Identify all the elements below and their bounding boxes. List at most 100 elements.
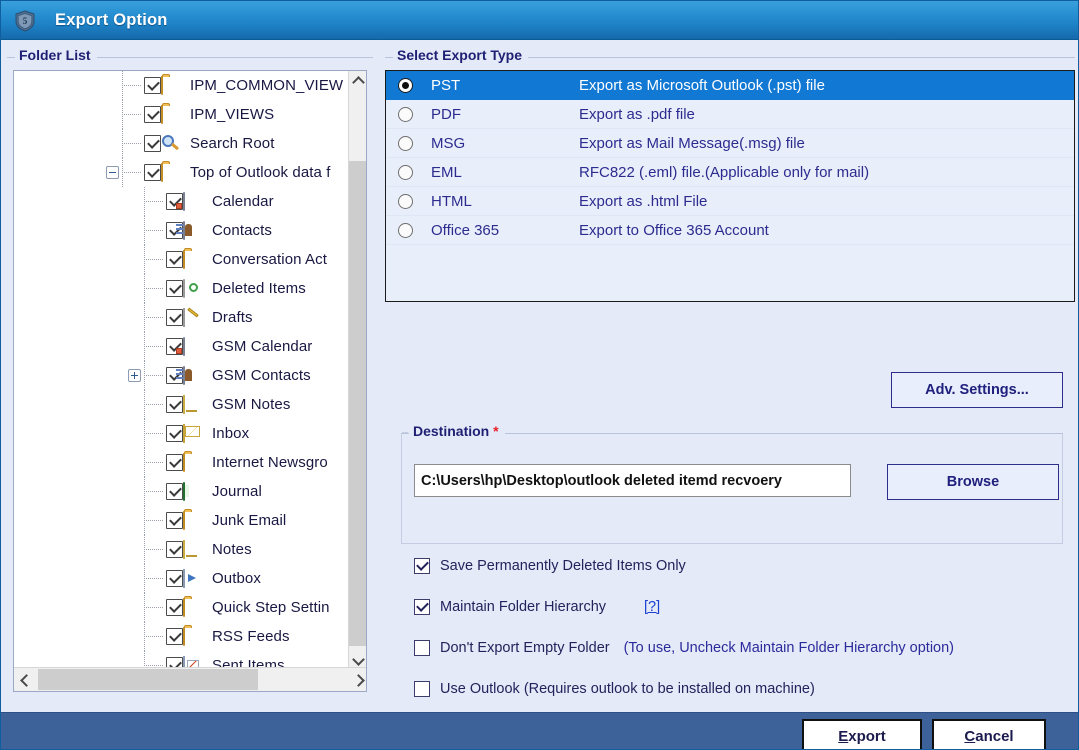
folder-checkbox[interactable] [166, 599, 183, 616]
folder-checkbox[interactable] [144, 77, 161, 94]
folder-tree-item[interactable]: Sent Items [14, 651, 350, 668]
export-type-description: Export as .pdf file [579, 105, 695, 123]
folder-tree-item[interactable]: GSM Notes [14, 390, 350, 419]
tree-collapse-icon[interactable] [106, 166, 119, 179]
folder-checkbox[interactable] [166, 251, 183, 268]
folder-tree-item[interactable]: IPM_VIEWS [14, 100, 350, 129]
inbox-icon [183, 424, 203, 443]
export-type-row[interactable]: HTML Export as .html File [386, 187, 1074, 216]
option-checkbox[interactable] [414, 558, 430, 574]
export-type-code: MSG [431, 134, 466, 152]
folder-checkbox[interactable] [166, 483, 183, 500]
browse-button[interactable]: Browse [887, 464, 1059, 500]
export-type-radio[interactable] [398, 135, 413, 151]
folder-checkbox[interactable] [166, 512, 183, 529]
folder-tree-item[interactable]: Junk Email [14, 506, 350, 535]
title-bar: 5 Export Option [1, 1, 1078, 40]
tree-connector-line [144, 230, 164, 231]
folder-checkbox[interactable] [166, 570, 183, 587]
horizontal-scroll-thumb[interactable] [38, 669, 258, 690]
folder-tree-item[interactable]: Search Root [14, 129, 350, 158]
export-type-row[interactable]: MSG Export as Mail Message(.msg) file [386, 129, 1074, 158]
option-checkbox[interactable] [414, 681, 430, 697]
folder-tree-vertical-scrollbar[interactable] [348, 71, 366, 668]
export-type-radio[interactable] [398, 77, 413, 93]
export-type-radio[interactable] [398, 164, 413, 180]
folder-checkbox[interactable] [166, 425, 183, 442]
folder-tree[interactable]: IPM_COMMON_VIEW IPM_VIEWS Search Root Top o… [14, 71, 350, 668]
folder-tree-item[interactable]: IPM_COMMON_VIEW [14, 71, 350, 100]
folder-checkbox[interactable] [166, 628, 183, 645]
folder-tree-item[interactable]: Top of Outlook data f [14, 158, 350, 187]
folder-tree-item[interactable]: Notes [14, 535, 350, 564]
scroll-left-button[interactable] [14, 668, 34, 691]
folder-checkbox[interactable] [166, 280, 183, 297]
folder-list-group: Folder List IPM_COMMON_VIEW IPM_VIEWS Sear… [7, 46, 373, 704]
folder-tree-item[interactable]: Outbox [14, 564, 350, 593]
folder-tree-item[interactable]: Journal [14, 477, 350, 506]
folder-tree-item[interactable]: Calendar [14, 187, 350, 216]
tree-connector-line [122, 172, 142, 173]
tree-connector-line [144, 636, 164, 637]
tree-connector-line [144, 375, 164, 376]
export-type-row[interactable]: Office 365 Export to Office 365 Account [386, 216, 1074, 245]
folder-tree-item[interactable]: Internet Newsgro [14, 448, 350, 477]
journal-icon [183, 482, 203, 501]
folder-tree-item[interactable]: Drafts [14, 303, 350, 332]
svg-text:5: 5 [23, 16, 28, 26]
folder-tree-item[interactable]: Conversation Act [14, 245, 350, 274]
folder-tree-item[interactable]: RSS Feeds [14, 622, 350, 651]
folder-tree-item[interactable]: GSM Calendar [14, 332, 350, 361]
folder-tree-item[interactable]: GSM Contacts [14, 361, 350, 390]
folder-checkbox[interactable] [166, 396, 183, 413]
help-link[interactable]: [?] [644, 599, 660, 615]
export-type-radio[interactable] [398, 222, 413, 238]
folder-item-label: Search Root [190, 135, 275, 152]
folder-checkbox[interactable] [166, 541, 183, 558]
folder-checkbox[interactable] [144, 106, 161, 123]
folder-tree-item[interactable]: Quick Step Settin [14, 593, 350, 622]
cancel-button[interactable]: Cancel [932, 719, 1046, 749]
option-checkbox[interactable] [414, 599, 430, 615]
chevron-right-icon [352, 675, 361, 684]
export-type-list[interactable]: PST Export as Microsoft Outlook (.pst) fi… [385, 70, 1075, 302]
export-type-code: EML [431, 163, 462, 181]
outbox-icon [183, 569, 203, 588]
scroll-right-button[interactable] [346, 668, 366, 691]
destination-path-input[interactable]: C:\Users\hp\Desktop\outlook deleted item… [414, 464, 851, 497]
export-button[interactable]: Export [802, 719, 922, 749]
option-label: Save Permanently Deleted Items Only [440, 558, 686, 574]
vertical-scroll-thumb[interactable] [349, 161, 366, 646]
export-type-radio[interactable] [398, 106, 413, 122]
folder-tree-item[interactable]: Inbox [14, 419, 350, 448]
export-type-row[interactable]: EML RFC822 (.eml) file.(Applicable only f… [386, 158, 1074, 187]
folder-checkbox[interactable] [166, 454, 183, 471]
tree-expand-icon[interactable] [128, 369, 141, 382]
export-type-radio[interactable] [398, 193, 413, 209]
notes-icon [183, 395, 203, 414]
export-type-code: PST [431, 76, 461, 94]
folder-tree-item[interactable]: Deleted Items [14, 274, 350, 303]
tree-connector-line [144, 404, 164, 405]
destination-label-text: Destination [413, 423, 490, 439]
folder-item-label: GSM Calendar [212, 338, 313, 355]
folder-icon [161, 76, 181, 95]
folder-tree-horizontal-scrollbar[interactable] [14, 667, 366, 691]
folder-checkbox[interactable] [144, 164, 161, 181]
adv-settings-button[interactable]: Adv. Settings... [891, 372, 1063, 408]
tree-connector-line [122, 143, 142, 144]
export-type-row[interactable]: PDF Export as .pdf file [386, 100, 1074, 129]
folder-tree-item[interactable]: Contacts [14, 216, 350, 245]
folder-item-label: RSS Feeds [212, 628, 290, 645]
scroll-up-button[interactable] [349, 71, 366, 89]
scroll-down-button[interactable] [349, 650, 366, 668]
option-checkbox[interactable] [414, 640, 430, 656]
folder-checkbox[interactable] [144, 135, 161, 152]
export-type-code: HTML [431, 192, 472, 210]
folder-icon [161, 163, 181, 182]
calendar-icon [183, 337, 203, 356]
folder-checkbox[interactable] [166, 309, 183, 326]
export-type-row[interactable]: PST Export as Microsoft Outlook (.pst) fi… [386, 71, 1074, 100]
folder-icon [161, 105, 181, 124]
export-option-row: Use Outlook (Requires outlook to be inst… [414, 677, 1074, 701]
